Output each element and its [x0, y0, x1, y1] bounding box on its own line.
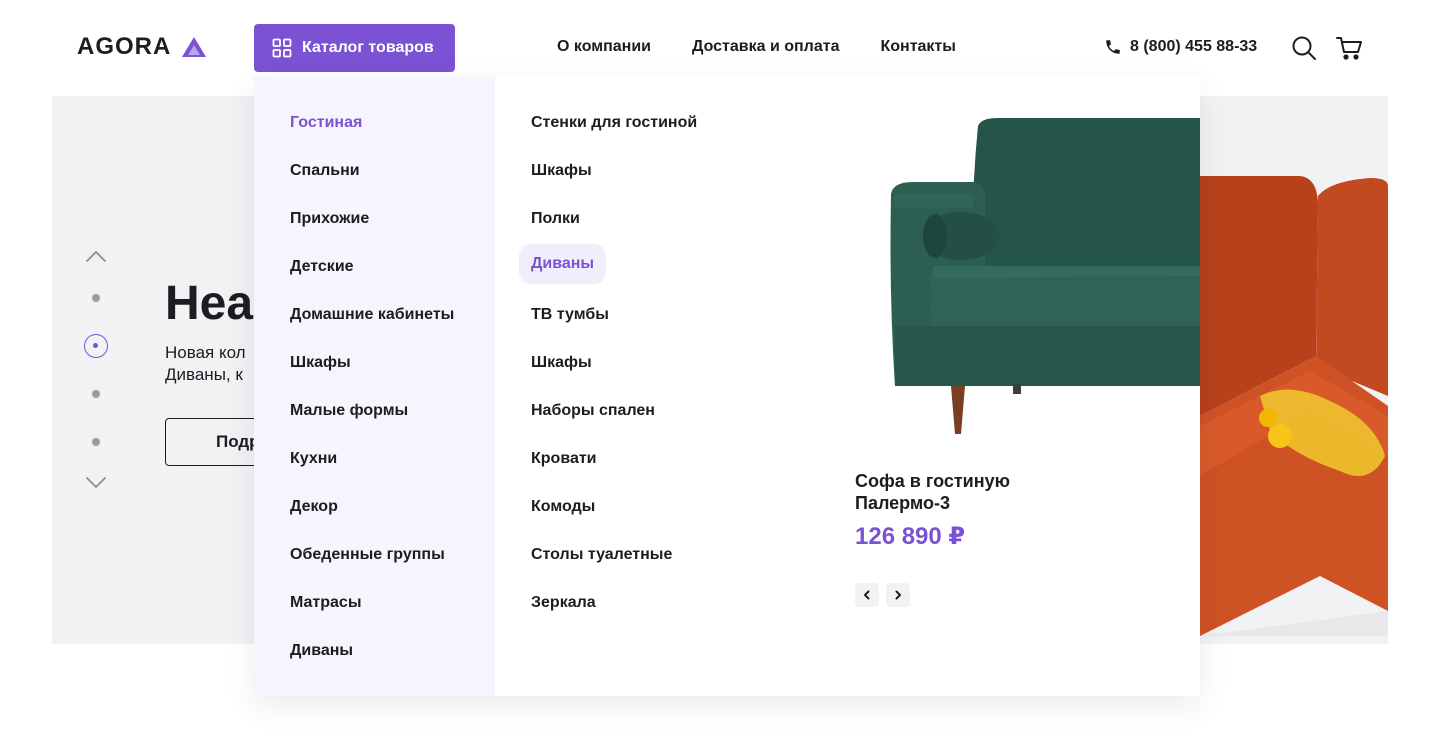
- phone-number: 8 (800) 455 88-33: [1130, 38, 1258, 55]
- category-item-home-office[interactable]: Домашние кабинеты: [290, 306, 454, 324]
- logo-text: AGORA: [77, 33, 172, 60]
- slider-dot-active[interactable]: [84, 334, 108, 358]
- subcategory-item[interactable]: Стенки для гостиной: [531, 114, 697, 132]
- green-sofa-image[interactable]: [873, 116, 1200, 436]
- chevron-right-icon: [895, 590, 901, 600]
- category-item-mattresses[interactable]: Матрасы: [290, 594, 362, 612]
- category-item-kids[interactable]: Детские: [290, 258, 354, 276]
- subcategory-item[interactable]: Кровати: [531, 450, 597, 468]
- featured-product: Софа в гостиную Палермо-3 126 890 ₽: [855, 76, 1200, 696]
- subcategory-list: Стенки для гостиной Шкафы Полки Диваны Т…: [495, 76, 825, 696]
- category-item-small-forms[interactable]: Малые формы: [290, 402, 408, 420]
- phone-link[interactable]: 8 (800) 455 88-33: [1104, 38, 1257, 56]
- category-item-living-room[interactable]: Гостиная: [290, 114, 362, 132]
- product-name[interactable]: Софа в гостиную Палермо-3: [855, 470, 1095, 514]
- subcategory-item[interactable]: Комоды: [531, 498, 595, 516]
- slider-dot[interactable]: [92, 438, 100, 446]
- slider-dot[interactable]: [92, 294, 100, 302]
- grid-icon: [272, 38, 292, 58]
- search-icon[interactable]: [1291, 35, 1317, 61]
- product-price: 126 890 ₽: [855, 523, 966, 550]
- subcategory-item[interactable]: Шкафы: [531, 354, 592, 372]
- category-item-wardrobes[interactable]: Шкафы: [290, 354, 351, 372]
- category-list: Гостиная Спальни Прихожие Детские Домашн…: [254, 76, 495, 696]
- cart-icon[interactable]: [1335, 35, 1363, 61]
- nav-link-about[interactable]: О компании: [557, 38, 651, 56]
- category-item-sofas[interactable]: Диваны: [290, 642, 353, 660]
- category-item-hallways[interactable]: Прихожие: [290, 210, 369, 228]
- catalog-button[interactable]: Каталог товаров: [254, 24, 455, 72]
- product-next-button[interactable]: [886, 583, 910, 607]
- phone-icon: [1106, 40, 1120, 54]
- chevron-left-icon: [864, 590, 870, 600]
- logo[interactable]: AGORA: [77, 33, 207, 61]
- subcategory-item[interactable]: Шкафы: [531, 162, 592, 180]
- subcategory-item[interactable]: Полки: [531, 210, 580, 228]
- subcategory-item[interactable]: Столы туалетные: [531, 546, 672, 564]
- subcategory-item[interactable]: Зеркала: [531, 594, 596, 612]
- logo-mark-icon: [182, 37, 207, 57]
- subcategory-item[interactable]: ТВ тумбы: [531, 306, 609, 324]
- product-prev-button[interactable]: [855, 583, 879, 607]
- chevron-down-icon[interactable]: [84, 473, 108, 493]
- main-nav: О компании Доставка и оплата Контакты: [557, 38, 956, 56]
- category-item-kitchens[interactable]: Кухни: [290, 450, 337, 468]
- subcategory-item-active[interactable]: Диваны: [519, 244, 607, 284]
- catalog-dropdown: Гостиная Спальни Прихожие Детские Домашн…: [254, 76, 1200, 696]
- catalog-button-label: Каталог товаров: [302, 39, 434, 56]
- chevron-up-icon[interactable]: [84, 246, 108, 266]
- orange-sofa-image: [1200, 156, 1388, 636]
- category-item-decor[interactable]: Декор: [290, 498, 338, 516]
- slider-dot[interactable]: [92, 390, 100, 398]
- nav-link-delivery[interactable]: Доставка и оплата: [692, 38, 840, 56]
- subcategory-item[interactable]: Наборы спален: [531, 402, 655, 420]
- category-item-dining[interactable]: Обеденные группы: [290, 546, 445, 564]
- nav-link-contacts[interactable]: Контакты: [880, 38, 955, 56]
- category-item-bedrooms[interactable]: Спальни: [290, 162, 360, 180]
- hero-title: Неа: [165, 277, 254, 330]
